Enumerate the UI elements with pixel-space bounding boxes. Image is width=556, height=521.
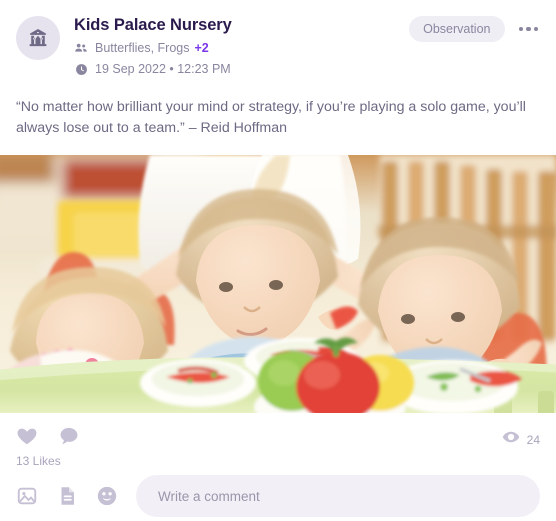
action-icons	[16, 425, 540, 447]
comment-bar	[0, 475, 556, 517]
header-text-block: Kids Palace Nursery Butterflies, Frogs +…	[74, 14, 232, 77]
post-card: Kids Palace Nursery Butterflies, Frogs +…	[0, 0, 556, 521]
avatar	[16, 16, 60, 60]
smiley-face-icon[interactable]	[96, 485, 118, 507]
rooms-more-count[interactable]: +2	[194, 40, 208, 56]
clock-icon	[74, 62, 88, 76]
comment-input[interactable]	[136, 475, 540, 517]
people-group-icon	[74, 41, 88, 55]
datetime-row: 19 Sep 2022 • 12:23 PM	[74, 61, 232, 77]
speech-bubble-icon[interactable]	[58, 425, 80, 447]
post-quote-text: “No matter how brilliant your mind or st…	[16, 99, 526, 136]
heart-icon[interactable]	[16, 425, 38, 447]
ellipsis-horizontal-icon[interactable]	[517, 23, 541, 36]
image-icon[interactable]	[16, 485, 38, 507]
views-count-label: 24	[526, 432, 540, 447]
rooms-row: Butterflies, Frogs +2	[74, 40, 232, 56]
page-title: Kids Palace Nursery	[74, 16, 232, 34]
eye-icon	[502, 428, 520, 451]
post-photo-illustration	[0, 155, 556, 413]
post-actions-bar: 13 Likes 24	[0, 413, 556, 469]
likes-count-label: 13 Likes	[16, 454, 61, 468]
comment-attachment-icons	[16, 485, 118, 507]
header-actions: Observation	[409, 16, 540, 42]
post-photo[interactable]	[0, 155, 556, 413]
rooms-label: Butterflies, Frogs	[95, 41, 190, 55]
school-building-icon	[27, 27, 49, 49]
post-header: Kids Palace Nursery Butterflies, Frogs +…	[0, 0, 556, 77]
views-group: 24	[502, 428, 540, 451]
document-note-icon[interactable]	[56, 485, 78, 507]
status-badge[interactable]: Observation	[409, 16, 505, 42]
post-datetime: 19 Sep 2022 • 12:23 PM	[95, 62, 231, 76]
